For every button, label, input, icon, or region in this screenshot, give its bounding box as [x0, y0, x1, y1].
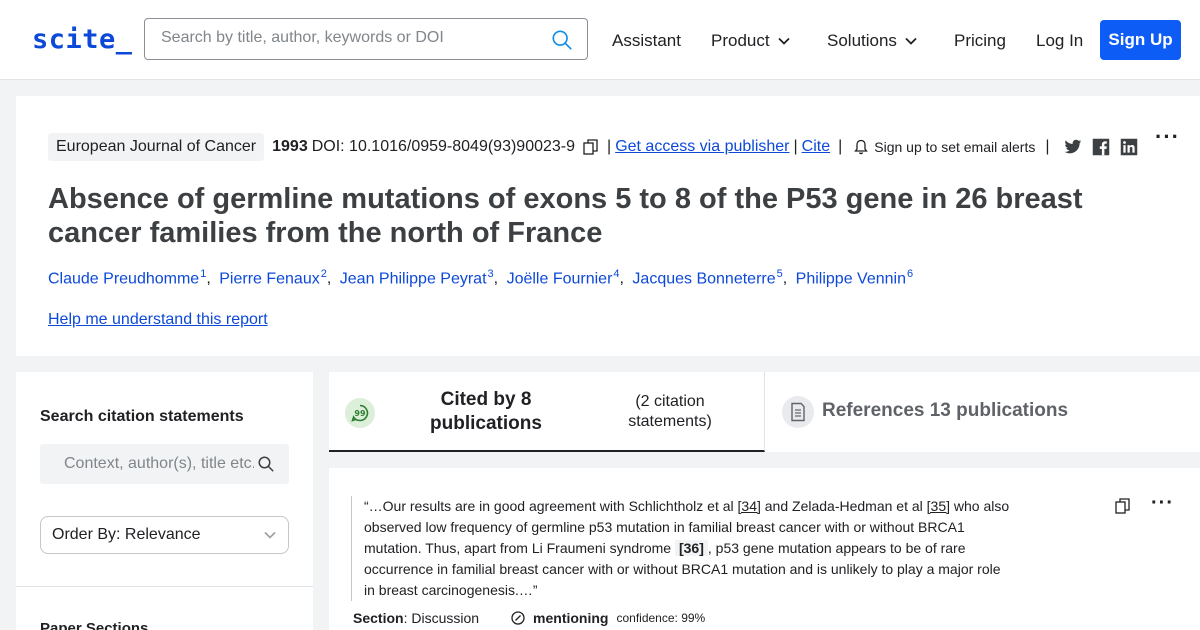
signup-button[interactable]: Sign Up — [1100, 20, 1181, 60]
nav-assistant-label: Assistant — [612, 31, 681, 50]
paper-doi: DOI: 10.1016/0959-8049(93)90023-9 — [311, 138, 576, 155]
search-icon[interactable] — [551, 29, 573, 51]
nav-product[interactable]: Product — [711, 31, 790, 51]
separator: | — [793, 138, 798, 155]
separator: | — [1045, 138, 1050, 155]
author-affiliation: 5 — [776, 268, 783, 280]
confidence-label: confidence: 99% — [616, 611, 706, 625]
chevron-down-icon — [905, 37, 917, 45]
nav-pricing-label: Pricing — [954, 31, 1006, 50]
author-separator: , — [326, 270, 332, 288]
author-link[interactable]: Pierre Fenaux — [219, 270, 320, 287]
svg-text:99: 99 — [354, 409, 366, 418]
author-affiliation: 3 — [487, 268, 494, 280]
nav-product-label: Product — [711, 31, 770, 50]
mentioning-icon — [511, 611, 525, 625]
citation-statement-card: “…Our results are in good agreement with… — [329, 468, 1200, 630]
author-separator: , — [206, 270, 211, 288]
author-link[interactable]: Jean Philippe Peyrat — [340, 270, 487, 287]
target-reference: [36] — [674, 540, 708, 556]
get-access-link[interactable]: Get access via publisher — [615, 138, 789, 156]
paper-meta-row: European Journal of Cancer 1993 DOI: 10.… — [48, 132, 1138, 162]
citation-footer: Section: Discussion mentioning confidenc… — [353, 610, 705, 626]
quote-text: and Zelada-Hedman et al — [760, 498, 927, 514]
citation-type-badge: mentioning confidence: 99% — [511, 610, 705, 626]
nav-solutions-label: Solutions — [827, 31, 897, 50]
citation-search-input[interactable] — [64, 455, 254, 473]
author-affiliation: 6 — [906, 268, 914, 280]
chat-bubble-icon: 99 — [345, 398, 375, 428]
author-link[interactable]: Jacques Bonneterre — [632, 270, 775, 287]
main-search-input[interactable] — [161, 29, 541, 47]
separator: | — [838, 138, 843, 155]
paper-info-card: European Journal of Cancer 1993 DOI: 10.… — [16, 96, 1200, 356]
bell-icon[interactable] — [854, 139, 869, 155]
references-count: References 13 publications — [822, 400, 1069, 421]
divider — [16, 586, 313, 587]
email-alerts-link[interactable]: Sign up to set email alerts — [874, 139, 1035, 155]
journal-tag[interactable]: European Journal of Cancer — [48, 133, 265, 161]
citation-search-box[interactable] — [40, 444, 289, 484]
author-link[interactable]: Claude Preudhomme — [48, 270, 199, 287]
more-options-icon[interactable]: ··· — [1155, 124, 1180, 150]
main-search-box[interactable] — [144, 18, 588, 60]
tab-references[interactable]: References 13 publications — [766, 372, 1200, 452]
search-icon[interactable] — [257, 455, 275, 473]
reference-link[interactable]: [34] — [738, 498, 761, 514]
author-separator: , — [493, 270, 499, 288]
author-separator: , — [782, 270, 788, 288]
chevron-down-icon — [264, 531, 276, 539]
cited-by-count: Cited by 8 publications — [430, 389, 542, 434]
twitter-icon[interactable] — [1063, 138, 1082, 156]
citation-statements-count: (2 citation statements) — [628, 393, 712, 430]
document-icon — [782, 396, 814, 428]
author-affiliation: 2 — [320, 268, 327, 280]
nav-login-label: Log In — [1036, 31, 1084, 50]
scite-logo[interactable]: scite_ — [32, 24, 133, 55]
citation-tabs: 99 Cited by 8 publications (2 citation s… — [329, 372, 1200, 452]
facebook-icon[interactable] — [1092, 138, 1110, 156]
author-link[interactable]: Philippe Vennin — [796, 270, 906, 287]
author-affiliation: 4 — [613, 268, 620, 280]
help-understand-link[interactable]: Help me understand this report — [48, 311, 268, 329]
reference-link[interactable]: [35] — [927, 498, 950, 514]
paper-sections-heading: Paper Sections — [40, 620, 149, 630]
citation-type-label: mentioning — [533, 610, 609, 626]
section-value: : Discussion — [403, 610, 480, 626]
section-label: Section — [353, 610, 404, 626]
paper-title: Absence of germline mutations of exons 5… — [48, 183, 1083, 249]
copy-icon[interactable] — [583, 139, 599, 155]
author-separator: , — [619, 270, 624, 288]
top-header: scite_ Assistant Product Solutions Prici… — [0, 0, 1200, 80]
order-by-value: Order By: Relevance — [52, 526, 201, 543]
author-link[interactable]: Joëlle Fournier — [507, 270, 613, 287]
author-list: Claude Preudhomme1, Pierre Fenaux2, Jean… — [48, 268, 913, 288]
citation-quote: “…Our results are in good agreement with… — [351, 496, 1011, 601]
more-options-icon[interactable]: ··· — [1151, 492, 1174, 515]
separator: | — [607, 138, 612, 155]
search-citations-title: Search citation statements — [40, 408, 244, 425]
order-by-select[interactable]: Order By: Relevance — [40, 516, 289, 554]
copy-icon[interactable] — [1115, 498, 1131, 514]
nav-login[interactable]: Log In — [1036, 31, 1083, 51]
citation-sidebar: Search citation statements Order By: Rel… — [16, 372, 313, 630]
cite-link[interactable]: Cite — [802, 138, 830, 156]
tab-cited-by[interactable]: 99 Cited by 8 publications (2 citation s… — [329, 372, 765, 452]
paper-year: 1993 — [272, 138, 308, 155]
chevron-down-icon — [777, 37, 790, 45]
nav-assistant[interactable]: Assistant — [612, 31, 681, 51]
nav-pricing[interactable]: Pricing — [954, 31, 1006, 51]
quote-text: “…Our results are in good agreement with… — [364, 498, 738, 514]
linkedin-icon[interactable] — [1120, 138, 1138, 156]
nav-solutions[interactable]: Solutions — [827, 31, 917, 51]
